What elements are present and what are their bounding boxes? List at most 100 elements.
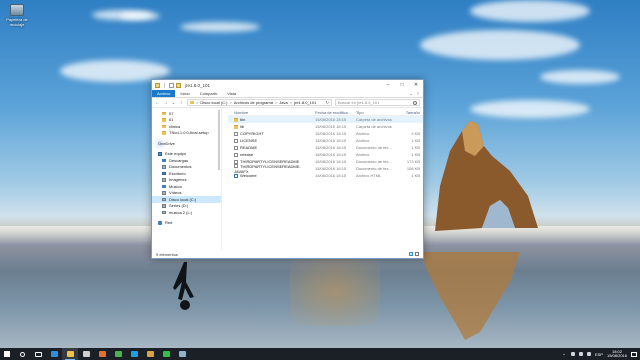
taskbar: ^ ESP 18:02 15/08/2016 (0, 348, 640, 360)
maximize-button[interactable]: □ (395, 80, 409, 90)
videos-icon (162, 191, 166, 195)
computer-icon (158, 152, 162, 156)
hard-drive-icon (162, 197, 166, 201)
minimize-button[interactable]: – (381, 80, 395, 90)
desktop-icon-recycle-bin[interactable]: Papelera de reciclaje (6, 4, 28, 27)
text-file-icon (234, 145, 238, 150)
file-row[interactable]: README 15/08/2016 18:15 Documento de tex… (228, 144, 423, 151)
file-row[interactable]: Welcome 15/08/2016 18:15 Archivo HTML 1 … (228, 172, 423, 179)
system-tray: ^ ESP 18:02 15/08/2016 (563, 349, 640, 359)
back-arrow-icon[interactable]: ← (155, 100, 160, 106)
onedrive-icon (158, 141, 162, 145)
task-view-icon (34, 351, 42, 357)
column-header-name[interactable]: Nombre (228, 110, 315, 115)
file-icon (234, 131, 238, 136)
steam-icon (178, 351, 186, 357)
firefox-icon (98, 351, 106, 357)
network-icon (158, 221, 162, 225)
folder-icon (162, 118, 166, 122)
action-center-icon[interactable] (631, 351, 637, 357)
edge-icon (50, 351, 58, 357)
file-icon (234, 138, 238, 143)
chevron-up-icon[interactable]: ^ (563, 352, 567, 357)
new-folder-icon[interactable] (176, 82, 181, 88)
taskbar-button[interactable] (14, 348, 30, 360)
desktop-icon-label: Papelera de reciclaje (6, 17, 28, 27)
search-input[interactable]: Buscar en jre1.8.0_101 (335, 99, 420, 106)
title-bar[interactable]: jre1.8.0_101 – □ ✕ (152, 80, 423, 90)
html-file-icon (234, 173, 238, 178)
window-title: jre1.8.0_101 (185, 82, 211, 88)
details-view-icon[interactable] (409, 252, 413, 256)
taskbar-button[interactable] (62, 348, 78, 360)
battery-icon[interactable] (586, 352, 591, 356)
network-icon[interactable] (570, 352, 575, 356)
file-row[interactable]: lib 15/08/2016 18:15 Carpeta de archivos (228, 123, 423, 130)
expand-ribbon-icon[interactable]: ⌄ (409, 91, 412, 96)
up-arrow-icon[interactable]: ↑ (179, 100, 184, 106)
desktop-icon (162, 171, 166, 175)
file-row[interactable]: THIRDPARTYLICENSEREADME-JAVAFX 15/08/201… (228, 164, 423, 174)
column-header-size[interactable]: Tamaño (396, 110, 420, 115)
hard-drive-icon (162, 204, 166, 208)
taskbar-button[interactable] (126, 348, 142, 360)
refresh-icon[interactable]: ↻ (326, 100, 331, 105)
nav-item-network[interactable]: Red (152, 220, 221, 227)
taskbar-button[interactable] (30, 348, 46, 360)
properties-icon[interactable] (169, 82, 174, 88)
file-list-scrollbar[interactable] (419, 114, 421, 248)
breadcrumb-item[interactable]: Disco local (C:) (200, 100, 227, 105)
tab-compartir[interactable]: Compartir (195, 90, 223, 97)
taskbar-button[interactable] (110, 348, 126, 360)
volume-icon[interactable] (578, 352, 583, 356)
windows-logo-icon (4, 351, 10, 357)
start-button[interactable] (0, 348, 14, 360)
tab-inicio[interactable]: Inicio (175, 90, 194, 97)
breadcrumb-item[interactable]: Java (279, 100, 287, 105)
person-silhouette-image (173, 262, 194, 310)
chrome-icon (114, 351, 122, 357)
file-icon (234, 152, 238, 157)
taskbar-button[interactable] (142, 348, 158, 360)
column-headers: Nombre Fecha de modifica... Tipo Tamaño (228, 109, 423, 116)
folder-icon (234, 125, 238, 129)
help-icon[interactable]: ? (417, 91, 419, 96)
forward-arrow-icon[interactable]: → (163, 100, 168, 106)
breadcrumb-item[interactable]: jre1.8.0_101 (294, 100, 316, 105)
search-icon (413, 100, 417, 105)
navigation-pane: 07 61 clinica TNcd-1.0.0-final-setup One… (152, 108, 222, 250)
taskbar-button[interactable] (78, 348, 94, 360)
tab-archivo[interactable]: Archivo (152, 90, 176, 97)
address-bar[interactable]: > Disco local (C:) > Archivos de program… (187, 99, 332, 106)
file-row[interactable]: release 15/08/2016 18:15 Archivo 1 KB (228, 151, 423, 158)
taskbar-button[interactable] (158, 348, 174, 360)
rock-arch-image (435, 121, 538, 231)
file-row[interactable]: bin 15/08/2016 18:15 Carpeta de archivos (228, 116, 423, 123)
file-explorer-window[interactable]: jre1.8.0_101 – □ ✕ Archivo Inicio Compar… (151, 79, 424, 259)
rock-reflection-image (420, 252, 520, 340)
folder-icon (146, 351, 154, 357)
music-icon (162, 184, 166, 188)
search-icon (19, 351, 25, 357)
whatsapp-icon (162, 351, 170, 357)
pictures-icon (162, 178, 166, 182)
taskbar-button[interactable] (46, 348, 62, 360)
folder-icon (155, 82, 160, 88)
store-icon (82, 351, 90, 357)
taskbar-button[interactable] (174, 348, 190, 360)
column-header-date[interactable]: Fecha de modifica... (315, 110, 356, 115)
large-icons-view-icon[interactable] (415, 252, 419, 256)
column-header-type[interactable]: Tipo (356, 110, 396, 115)
navigation-scrollbar[interactable] (218, 110, 220, 170)
clock-date: 15/08/2016 (606, 353, 627, 358)
breadcrumb-item[interactable]: Archivos de programa (234, 100, 273, 105)
file-explorer-icon (66, 351, 74, 357)
file-row[interactable]: COPYRIGHT 15/08/2016 18:15 Archivo 4 KB (228, 130, 423, 137)
language-indicator[interactable]: ESP (595, 352, 603, 357)
taskbar-button[interactable] (94, 348, 110, 360)
recent-chevron-icon[interactable]: ⌄ (171, 100, 176, 106)
file-row[interactable]: LICENSE 15/08/2016 18:15 Archivo 1 KB (228, 137, 423, 144)
clock[interactable]: 18:02 15/08/2016 (606, 349, 627, 359)
close-button[interactable]: ✕ (409, 80, 423, 90)
tab-vista[interactable]: Vista (222, 90, 241, 97)
